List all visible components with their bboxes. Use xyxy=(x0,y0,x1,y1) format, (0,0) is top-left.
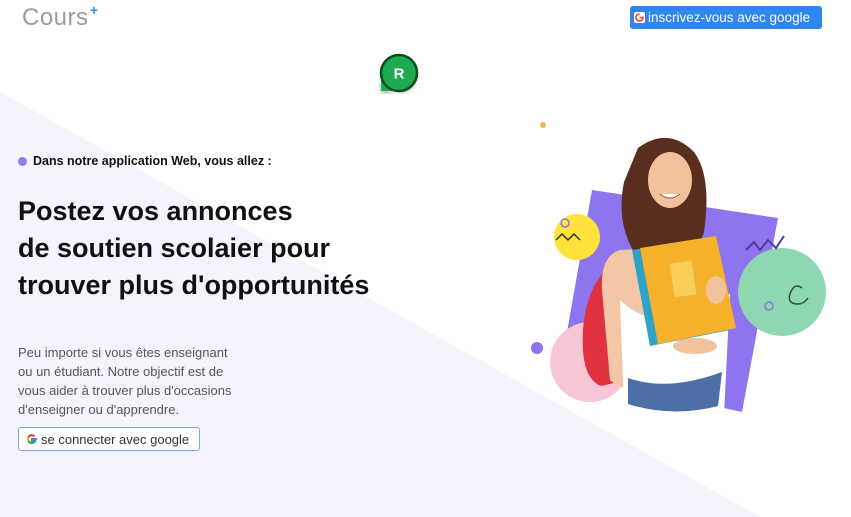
headline-line-2: de soutien scolaier pour xyxy=(18,233,331,263)
description-line: Peu importe si vous êtes enseignant xyxy=(18,345,228,360)
hero-headline: Postez vos annonces de soutien scolaier … xyxy=(18,193,369,304)
signup-label: inscrivez-vous avec google xyxy=(648,10,811,25)
chat-avatar-initial: R xyxy=(394,66,405,83)
description-line: ou un étudiant. Notre objectif est de xyxy=(18,364,224,379)
google-icon xyxy=(634,12,645,23)
eyebrow-text: Dans notre application Web, vous allez : xyxy=(33,154,272,168)
description-line: vous aider à trouver plus d'occasions xyxy=(18,383,232,398)
logo-plus: + xyxy=(89,2,99,18)
headline-line-1: Postez vos annonces xyxy=(18,196,293,226)
logo-text: Cours xyxy=(22,4,89,31)
headline-line-3: trouver plus d'opportunités xyxy=(18,270,370,300)
logo[interactable]: Cours + xyxy=(22,2,98,32)
description-line: d'enseigner ou d'apprendre. xyxy=(18,402,180,417)
signup-google-button[interactable]: inscrivez-vous avec google xyxy=(630,6,822,29)
hero-description: Peu importe si vous êtes enseignant ou u… xyxy=(18,343,258,419)
chat-avatar-icon[interactable]: R xyxy=(378,52,420,94)
bullet-dot xyxy=(18,156,27,166)
login-google-button[interactable]: se connecter avec google xyxy=(18,427,200,451)
login-label: se connecter avec google xyxy=(41,431,190,447)
student-illustration xyxy=(531,122,826,424)
hero-eyebrow: Dans notre application Web, vous allez : xyxy=(18,154,272,168)
google-icon xyxy=(26,434,37,444)
